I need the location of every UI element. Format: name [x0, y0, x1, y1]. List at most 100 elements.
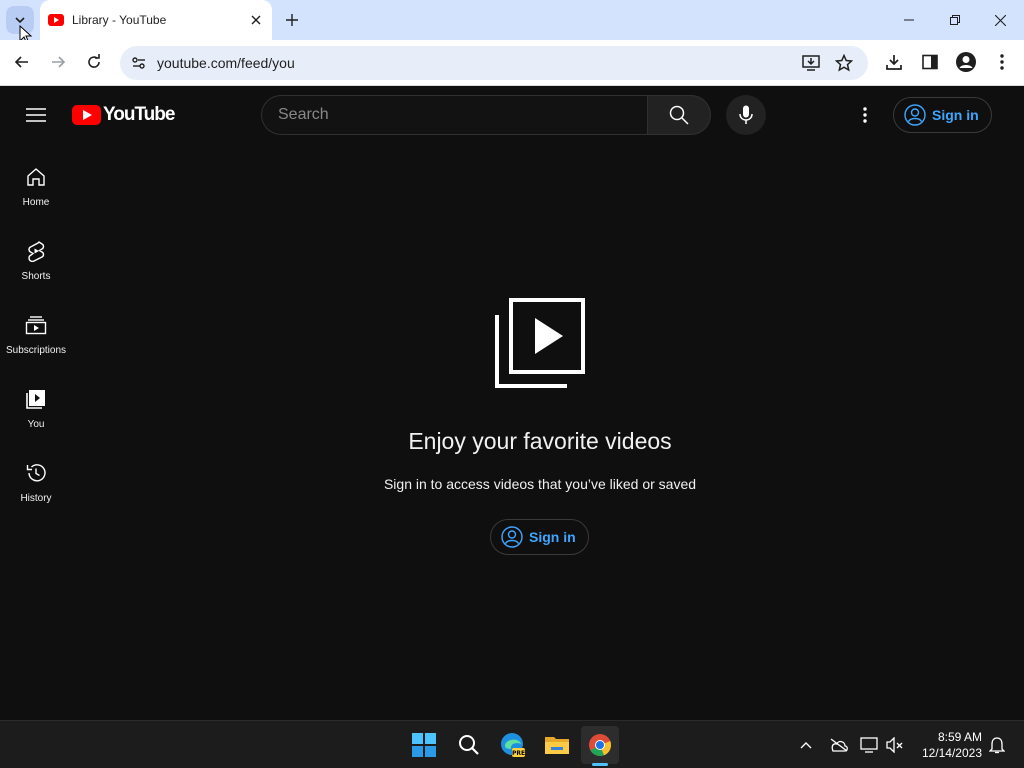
search-input[interactable]: Search — [261, 95, 648, 135]
windows-logo-icon — [412, 733, 436, 757]
youtube-logo-icon — [72, 105, 101, 125]
youtube-logo-text: YouTube — [103, 104, 175, 125]
reload-button[interactable] — [80, 48, 108, 76]
minimize-button[interactable] — [889, 4, 929, 36]
youtube-logo[interactable]: YouTube — [72, 104, 175, 126]
clock-time: 8:59 AM — [937, 730, 982, 744]
restore-icon — [950, 15, 960, 25]
empty-state-title: Enjoy your favorite videos — [408, 428, 672, 454]
header-sign-in-button[interactable]: Sign in — [893, 97, 992, 133]
browser-menu-button[interactable] — [988, 48, 1016, 76]
youtube-favicon-icon — [48, 14, 64, 26]
svg-text:PRE: PRE — [512, 750, 525, 757]
youtube-page: YouTube Search Sign in Home Shorts Subsc… — [0, 87, 1024, 720]
chrome-icon — [589, 734, 612, 757]
home-icon — [24, 165, 48, 189]
site-info-button[interactable] — [126, 50, 152, 76]
sidebar-item-home[interactable]: Home — [0, 165, 72, 225]
volume-button[interactable] — [884, 734, 906, 756]
sidebar-item-label: Home — [22, 197, 50, 208]
reload-icon — [88, 54, 100, 68]
bookmark-button[interactable] — [831, 50, 857, 76]
hamburger-menu-icon — [26, 108, 46, 122]
edge-preview-icon: PRE — [501, 733, 525, 757]
empty-state-sign-in-label: Sign in — [529, 529, 576, 545]
close-icon — [994, 14, 1006, 26]
account-circle-icon — [904, 104, 926, 126]
install-app-button[interactable] — [798, 50, 824, 76]
taskbar-chrome[interactable] — [581, 726, 619, 764]
search-placeholder: Search — [278, 106, 329, 123]
close-window-button[interactable] — [980, 4, 1020, 36]
browser-toolbar: youtube.com/feed/you — [0, 40, 1024, 86]
volume-muted-icon — [886, 737, 903, 753]
microphone-icon — [739, 105, 753, 124]
header-sign-in-label: Sign in — [932, 107, 979, 123]
browser-tab[interactable]: Library - YouTube — [40, 0, 272, 40]
download-icon — [886, 55, 902, 70]
notifications-button[interactable] — [986, 734, 1008, 756]
taskbar-clock[interactable]: 8:59 AM 12/14/2023 — [912, 729, 982, 761]
minimize-icon — [904, 19, 914, 21]
tab-title: Library - YouTube — [72, 13, 167, 27]
taskbar: PRE 8:59 AM 12/14/2023 — [0, 720, 1024, 768]
empty-state-sign-in-button[interactable]: Sign in — [490, 519, 589, 555]
url-text: youtube.com/feed/you — [157, 55, 295, 71]
taskbar-edge-preview[interactable]: PRE — [494, 726, 532, 764]
shorts-icon — [24, 239, 48, 263]
history-icon — [24, 461, 48, 485]
star-icon — [835, 54, 853, 72]
clock-date: 12/14/2023 — [921, 746, 982, 760]
cloud-off-icon — [830, 738, 848, 752]
more-vertical-icon — [863, 107, 867, 123]
close-icon — [251, 15, 261, 25]
tab-close-button[interactable] — [246, 10, 266, 30]
tune-icon — [132, 57, 145, 69]
chevron-up-icon — [800, 742, 812, 749]
side-panel-icon — [922, 54, 938, 70]
sidebar-item-history[interactable]: History — [0, 461, 72, 521]
install-icon — [802, 55, 820, 71]
sidebar-item-label: Subscriptions — [5, 345, 67, 356]
settings-menu-button[interactable] — [849, 99, 881, 131]
active-app-indicator — [592, 763, 608, 766]
downloads-button[interactable] — [880, 48, 908, 76]
guide-menu-button[interactable] — [20, 99, 52, 131]
arrow-left-icon — [14, 56, 28, 68]
voice-search-button[interactable] — [726, 95, 766, 135]
network-button[interactable] — [859, 734, 881, 756]
taskbar-search-button[interactable] — [450, 726, 488, 764]
more-vertical-icon — [1000, 54, 1004, 70]
plus-icon — [286, 14, 298, 26]
sidebar-item-label: You — [27, 419, 45, 430]
subscriptions-icon — [24, 313, 48, 337]
side-panel-button[interactable] — [916, 48, 944, 76]
onedrive-button[interactable] — [828, 734, 850, 756]
search-button[interactable] — [647, 95, 711, 135]
search-icon — [459, 735, 479, 755]
sidebar-item-you[interactable]: You — [0, 387, 72, 447]
restore-button[interactable] — [935, 4, 975, 36]
folder-icon — [545, 737, 569, 754]
you-icon — [24, 387, 48, 411]
sidebar-item-label: Shorts — [21, 271, 51, 282]
network-icon — [860, 737, 878, 753]
address-bar[interactable]: youtube.com/feed/you — [120, 46, 868, 80]
browser-tabstrip: Library - YouTube — [0, 0, 1024, 45]
account-circle-icon — [501, 526, 523, 548]
sidebar-item-subscriptions[interactable]: Subscriptions — [0, 313, 72, 373]
forward-button[interactable] — [44, 48, 72, 76]
sidebar-item-label: History — [20, 493, 52, 504]
new-tab-button[interactable] — [280, 8, 304, 32]
account-icon — [956, 52, 976, 72]
start-button[interactable] — [405, 726, 443, 764]
empty-state-subtitle: Sign in to access videos that you’ve lik… — [383, 476, 697, 492]
library-play-icon — [495, 298, 585, 388]
show-hidden-icons-button[interactable] — [795, 734, 817, 756]
search-icon — [669, 105, 689, 125]
back-button[interactable] — [8, 48, 36, 76]
sidebar-item-shorts[interactable]: Shorts — [0, 239, 72, 299]
profile-button[interactable] — [952, 48, 980, 76]
arrow-right-icon — [52, 56, 66, 68]
taskbar-file-explorer[interactable] — [538, 726, 576, 764]
